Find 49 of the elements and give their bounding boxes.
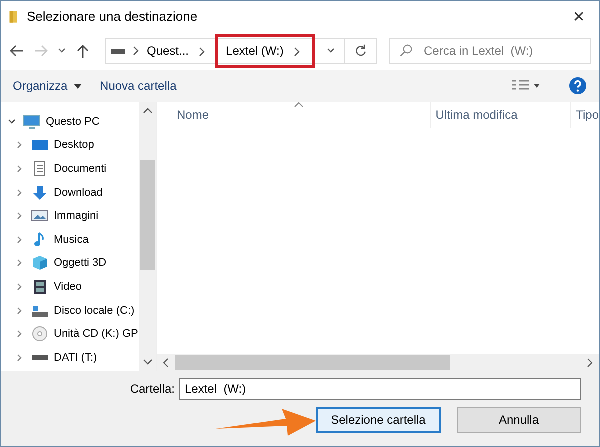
column-header[interactable]: Ultima modifica: [430, 102, 570, 128]
close-button[interactable]: ✕: [559, 2, 599, 32]
download-icon: [31, 184, 49, 201]
tree-item[interactable]: Unità CD (K:) GP: [1, 322, 139, 346]
tree-item[interactable]: Download: [1, 180, 139, 204]
tree-item[interactable]: Oggetti 3D: [1, 252, 139, 276]
view-options-icon[interactable]: [511, 79, 541, 93]
cube-icon: [31, 255, 49, 272]
drive-icon: [32, 355, 48, 360]
horizontal-scrollbar[interactable]: [157, 354, 599, 371]
chevron-right-icon[interactable]: [294, 46, 300, 57]
film-icon: [31, 278, 49, 295]
scroll-left-icon[interactable]: [162, 358, 170, 368]
search-field[interactable]: Cerca in Lextel (W:): [389, 38, 591, 64]
tree-item[interactable]: Video: [1, 275, 139, 299]
up-arrow-icon[interactable]: [75, 43, 91, 59]
tree-item[interactable]: Desktop: [1, 134, 139, 158]
cancel-button[interactable]: Annulla: [457, 407, 581, 433]
folder-icon: [9, 10, 19, 24]
scroll-down-icon[interactable]: [142, 359, 152, 365]
help-icon[interactable]: [569, 77, 587, 95]
breadcrumb-item[interactable]: Quest...: [147, 39, 214, 63]
breadcrumb-item[interactable]: Lextel (W:): [215, 34, 315, 68]
caret-icon[interactable]: [74, 84, 82, 90]
column-header[interactable]: Nome: [177, 108, 430, 122]
window-title: Selezionare una destinazione: [27, 9, 199, 24]
tree-item[interactable]: Disco locale (C:): [1, 298, 139, 322]
computer-icon: [23, 114, 41, 130]
folder-field[interactable]: Lextel (W:): [179, 378, 581, 400]
field-label: Cartella:: [130, 382, 175, 396]
tree-item[interactable]: DATI (T:): [1, 346, 139, 370]
tree-item[interactable]: Questo PC: [1, 110, 139, 134]
chevron-right-icon[interactable]: [133, 46, 139, 56]
image-icon: [31, 208, 49, 224]
column-header[interactable]: Tipo: [570, 102, 599, 128]
tree-item[interactable]: Immagini: [1, 204, 139, 228]
select-folder-button[interactable]: Selezione cartella: [316, 407, 441, 433]
new-folder-button[interactable]: Nuova cartella: [100, 79, 177, 93]
organize-menu[interactable]: Organizza: [13, 79, 82, 93]
disc-icon: [31, 326, 49, 342]
search-icon: [399, 44, 413, 58]
drive-icon: [111, 47, 125, 55]
scroll-right-icon[interactable]: [586, 358, 594, 368]
chevron-right-icon[interactable]: [199, 46, 206, 57]
refresh-icon[interactable]: [354, 44, 368, 58]
back-icon[interactable]: [9, 43, 25, 59]
tree-item[interactable]: Documenti: [1, 157, 139, 181]
tree-item[interactable]: Musica: [1, 228, 139, 252]
scroll-up-icon[interactable]: [142, 108, 152, 114]
